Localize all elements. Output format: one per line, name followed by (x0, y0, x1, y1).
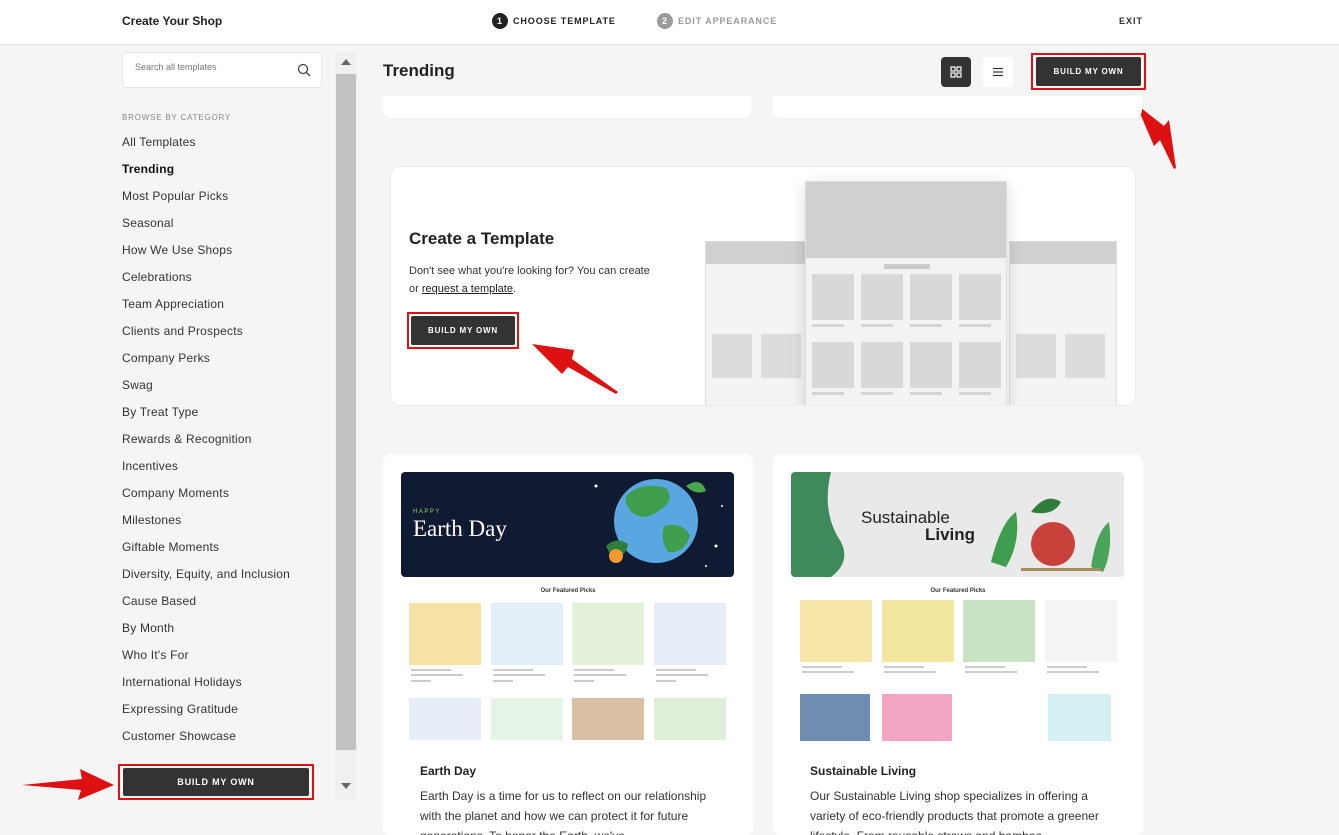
product-tile (654, 698, 726, 740)
create-template-card: Create a Template Don't see what you're … (390, 166, 1136, 406)
step-edit-appearance[interactable]: 2 EDIT APPEARANCE (657, 13, 777, 29)
category-item[interactable]: Clients and Prospects (122, 324, 290, 351)
create-template-text-end: . (512, 283, 517, 295)
product-tile (963, 600, 1035, 684)
category-item[interactable]: Rewards & Recognition (122, 432, 290, 459)
step-number: 2 (657, 13, 673, 29)
list-icon (993, 67, 1003, 77)
category-item[interactable]: Customer Showcase (122, 729, 290, 756)
template-description: Our Sustainable Living shop specializes … (810, 789, 1099, 835)
sidebar-scrollbar[interactable] (335, 52, 357, 800)
category-item[interactable]: Milestones (122, 513, 290, 540)
grid-view-toggle[interactable] (941, 57, 971, 87)
card-build-highlight: BUILD MY OWN (407, 312, 519, 349)
product-tile (1048, 694, 1111, 741)
sidebar-build-highlight: BUILD MY OWN (118, 764, 314, 800)
category-item[interactable]: Diversity, Equity, and Inclusion (122, 567, 290, 594)
category-item[interactable]: Most Popular Picks (122, 189, 290, 216)
grid-icon (950, 66, 962, 78)
product-tile (1045, 600, 1117, 684)
template-card-earth-day[interactable]: HAPPY Earth Day Our Featured Picks Earth… (383, 454, 753, 835)
top-bar: Create Your Shop 1 CHOOSE TEMPLATE 2 EDI… (0, 0, 1339, 45)
product-tile (572, 698, 644, 740)
sidebar: BROWSE BY CATEGORY All Templates Trendin… (0, 46, 334, 835)
top-build-highlight: BUILD MY OWN (1031, 53, 1146, 90)
category-item-active[interactable]: Trending (122, 162, 290, 189)
product-tile (572, 603, 644, 687)
step-number: 1 (492, 13, 508, 29)
earth-globe-icon (594, 479, 723, 567)
scroll-thumb[interactable] (336, 74, 356, 750)
template-mockup-center (805, 181, 1007, 405)
scroll-down-icon[interactable] (341, 783, 351, 789)
template-card-partial[interactable] (773, 96, 1142, 118)
browse-by-category-label: BROWSE BY CATEGORY (122, 113, 232, 122)
category-item[interactable]: Celebrations (122, 270, 290, 297)
search-input[interactable] (135, 62, 295, 72)
banner-small-text: HAPPY (413, 509, 441, 515)
product-tile (800, 694, 870, 741)
step-choose-template[interactable]: 1 CHOOSE TEMPLATE (492, 13, 616, 29)
category-item[interactable]: Giftable Moments (122, 540, 290, 567)
create-template-title: Create a Template (409, 229, 555, 248)
banner-title-line2: Living (925, 525, 976, 544)
product-tile (409, 603, 481, 687)
product-tile (800, 600, 872, 684)
card-build-my-own-button[interactable]: BUILD MY OWN (411, 316, 515, 345)
category-item[interactable]: By Month (122, 621, 290, 648)
arrow-annotation-icon (532, 344, 618, 394)
sidebar-build-my-own-button[interactable]: BUILD MY OWN (123, 768, 309, 796)
request-template-link[interactable]: request a template (422, 283, 513, 295)
scroll-up-icon[interactable] (341, 59, 351, 65)
category-item[interactable]: How We Use Shops (122, 243, 290, 270)
product-tile (491, 698, 563, 740)
exit-button[interactable]: EXIT (1119, 16, 1143, 26)
product-tile (963, 694, 1033, 741)
category-item[interactable]: All Templates (122, 135, 290, 162)
search-icon[interactable] (297, 63, 311, 77)
category-item[interactable]: Company Moments (122, 486, 290, 513)
create-template-description: Don't see what you're looking for? You c… (409, 262, 659, 298)
app-title: Create Your Shop (122, 14, 223, 28)
product-tile (491, 603, 563, 687)
category-item[interactable]: Cause Based (122, 594, 290, 621)
sustainable-living-banner: Sustainable Living (791, 472, 1124, 577)
featured-picks-label: Our Featured Picks (540, 588, 596, 594)
category-item[interactable]: Incentives (122, 459, 290, 486)
top-build-my-own-button[interactable]: BUILD MY OWN (1036, 57, 1141, 86)
category-item[interactable]: Seasonal (122, 216, 290, 243)
category-item[interactable]: Swag (122, 378, 290, 405)
category-item[interactable]: Team Appreciation (122, 297, 290, 324)
category-list: All Templates Trending Most Popular Pick… (122, 135, 290, 756)
category-item[interactable]: International Holidays (122, 675, 290, 702)
template-title: Earth Day (420, 764, 477, 778)
step-label: CHOOSE TEMPLATE (513, 16, 616, 26)
template-description: Earth Day is a time for us to reflect on… (420, 789, 707, 835)
product-tile (882, 600, 954, 684)
earth-day-banner: HAPPY Earth Day (401, 472, 734, 577)
banner-title: Earth Day (413, 516, 507, 541)
category-item[interactable]: Who It's For (122, 648, 290, 675)
search-box (122, 52, 322, 88)
arrow-annotation-icon (22, 769, 114, 800)
category-item[interactable]: By Treat Type (122, 405, 290, 432)
product-tile (882, 694, 952, 741)
template-card-sustainable-living[interactable]: Sustainable Living Our Featured Picks Su… (773, 454, 1143, 835)
list-view-toggle[interactable] (983, 57, 1013, 87)
featured-picks-label: Our Featured Picks (930, 588, 986, 594)
product-tile (654, 603, 726, 687)
step-label: EDIT APPEARANCE (678, 16, 778, 26)
template-title: Sustainable Living (810, 764, 917, 778)
product-tile (409, 698, 481, 740)
category-item[interactable]: Company Perks (122, 351, 290, 378)
category-item[interactable]: Expressing Gratitude (122, 702, 290, 729)
template-mockup-right (1009, 241, 1117, 405)
page-title: Trending (383, 61, 455, 80)
template-card-partial[interactable] (383, 96, 751, 118)
